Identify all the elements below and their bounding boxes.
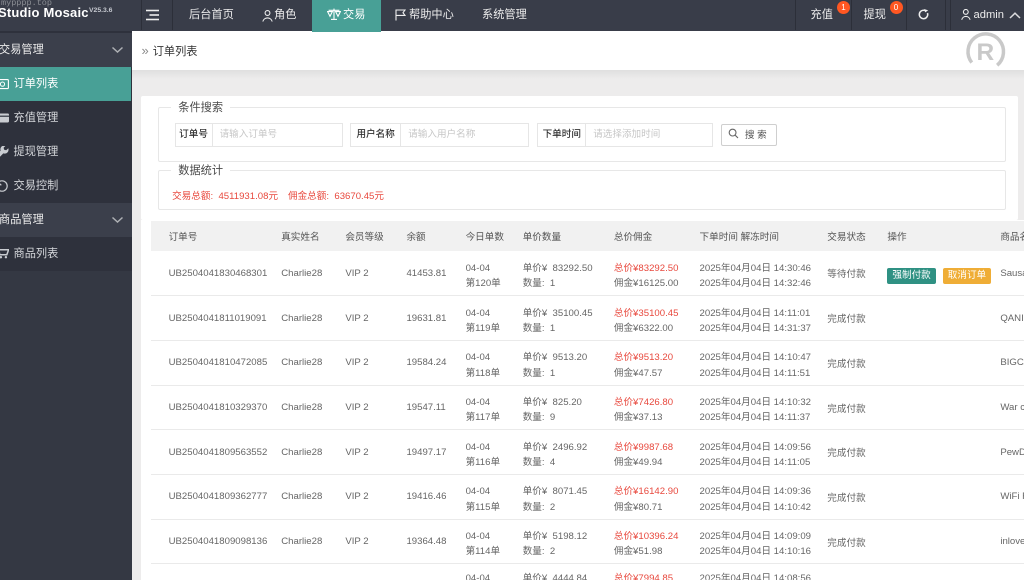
svg-text:R: R [977,39,995,66]
